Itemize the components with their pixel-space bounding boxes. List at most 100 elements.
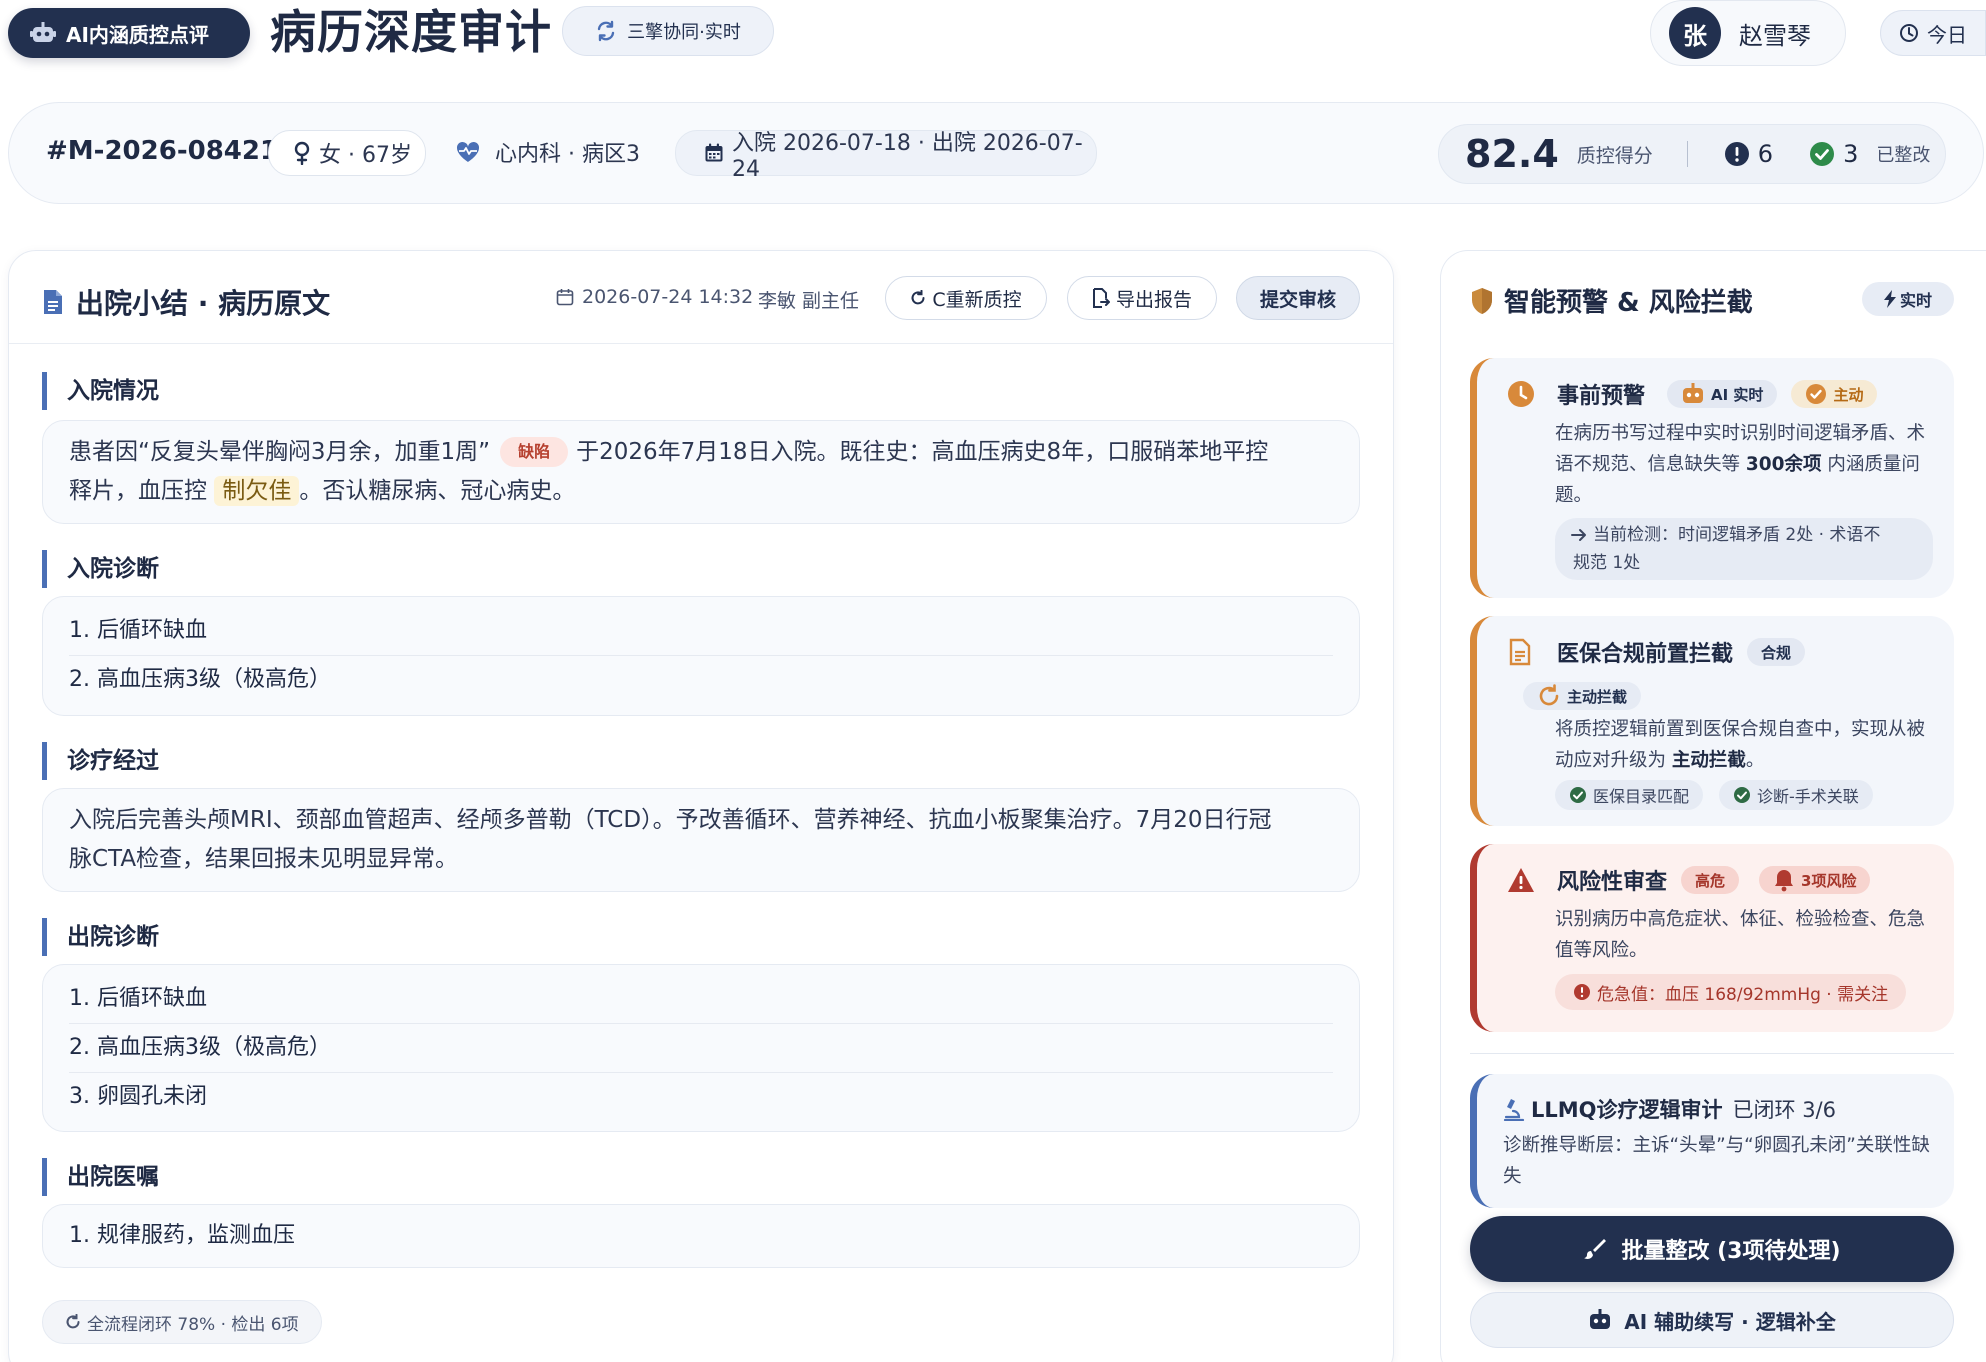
check-circle-icon [1733, 786, 1751, 804]
file-export-icon [1092, 288, 1110, 308]
check-circle-icon [1809, 141, 1835, 167]
re-qc-button[interactable]: C重新质控 [885, 276, 1047, 320]
stay-dates-pill: 入院 2026-07-18 · 出院 2026-07-24 [675, 130, 1097, 182]
batch-fix-button[interactable]: 批量整改 (3项待处理) [1470, 1216, 1954, 1282]
alert-panel-title: 智能预警 & 风险拦截 [1470, 282, 1753, 319]
record-id: #M-2026-08421 [46, 136, 279, 166]
section-heading-treatment: 诊疗经过 [42, 742, 159, 780]
calendar-outline-icon [556, 288, 574, 306]
ai-quality-badge[interactable]: AI内涵质控点评 [8, 8, 250, 58]
refresh-icon [910, 290, 926, 306]
bolt-icon [1883, 290, 1896, 308]
chip-label: 医保目录匹配 [1593, 787, 1690, 806]
exclamation-icon [1724, 141, 1750, 167]
gender-age: 女 · 67岁 [319, 143, 412, 168]
llmq-description: 诊断推导断层：主诉“头晕”与“卵圆孔未闭”关联性缺失 [1503, 1135, 1930, 1187]
user-menu[interactable]: 张 赵雪琴 [1650, 0, 1846, 66]
defect-tag[interactable]: 缺陷 [500, 437, 569, 467]
compliance-text: 。 [1745, 750, 1765, 771]
brush-icon [1583, 1237, 1607, 1261]
compliance-highlight: 主动拦截 [1671, 750, 1746, 771]
sync-status-pill[interactable]: 三擎协同·实时 [562, 6, 774, 56]
compliance-interception-card[interactable]: 医保合规前置拦截 合规 主动拦截 将质控逻辑前置到医保合规自查中，实现从被动应对… [1470, 616, 1954, 826]
critical-value-chip[interactable]: 危急值：血压 168/92mmHg · 需关注 [1555, 974, 1907, 1010]
check-circle-icon [1569, 786, 1587, 804]
treatment-text-line: 入院后完善头颅MRI、颈部血管超声、经颅多普勒（TCD）。予改善循环、营养神经、… [69, 807, 1272, 833]
active-interception-badge: 主动拦截 [1523, 682, 1642, 710]
issue-count-value: 6 [1757, 140, 1774, 168]
risk-review-description: 识别病历中高危症状、体征、检验检查、危急值等风险。 [1555, 909, 1926, 961]
admission-card: 患者因“反复头晕伴胸闷3月余，加重1周” 缺陷 于2026年7月18日入院。既往史：… [42, 420, 1360, 524]
chip-insurance-catalog[interactable]: 医保目录匹配 [1555, 780, 1704, 810]
compliance-chips: 医保目录匹配 诊断-手术关联 [1555, 780, 1873, 810]
admission-text-part: 患者因“反复头晕伴胸闷3月余，加重1周” [69, 439, 491, 465]
active-label: 主动 [1833, 385, 1864, 404]
ai-realtime-label: AI 实时 [1711, 385, 1764, 404]
user-name: 赵雪琴 [1739, 21, 1811, 50]
section-heading-discharge-diagnosis: 出院诊断 [42, 918, 159, 956]
calendar-icon [704, 143, 724, 163]
issue-count[interactable]: 6 [1724, 140, 1773, 168]
realtime-label: 实时 [1899, 291, 1932, 310]
list-item: 1. 后循环缺血 [69, 986, 207, 1011]
robot-icon [1681, 383, 1705, 405]
sync-icon [595, 20, 617, 42]
ai-assist-label: AI 辅助续写 · 逻辑补全 [1624, 1309, 1836, 1334]
document-icon [42, 288, 64, 316]
highlighted-term[interactable]: 制欠佳 [214, 476, 300, 506]
realtime-badge: 实时 [1862, 282, 1954, 316]
llmq-audit-card[interactable]: LLMQ诊疗逻辑审计 已闭环 3/6 诊断推导断层：主诉“头晕”与“卵圆孔未闭”… [1470, 1074, 1954, 1208]
document-title-text: 出院小结 · 病历原文 [76, 287, 331, 320]
workflow-status: 全流程闭环 78% · 检出 6项 [87, 1314, 299, 1335]
ai-realtime-badge: AI 实时 [1667, 380, 1778, 408]
quality-score: 82.4 [1465, 132, 1559, 176]
refresh-icon [1537, 684, 1561, 708]
sync-label: 三擎协同·实时 [627, 22, 741, 43]
today-label: 今日 [1927, 22, 1967, 47]
page-title: 病历深度审计 [270, 5, 552, 59]
ai-badge-label: AI内涵质控点评 [66, 22, 209, 47]
risk-review-header: 风险性审查 高危 3项风险 [1507, 864, 1871, 896]
pre-warning-description: 在病历书写过程中实时识别时间逻辑矛盾、术语不规范、信息缺失等 300余项 内涵质… [1555, 418, 1941, 511]
bell-icon [1773, 868, 1795, 892]
export-report-button[interactable]: 导出报告 [1067, 276, 1217, 320]
fixed-count[interactable]: 3 [1809, 140, 1858, 168]
critical-value-text: 危急值：血压 168/92mmHg · 需关注 [1597, 984, 1889, 1005]
chip-diagnosis-surgery[interactable]: 诊断-手术关联 [1719, 780, 1873, 810]
pre-warning-card[interactable]: 事前预警 AI 实时 主动 在病历书写过程中实时识别时间逻辑矛盾、术语不规范、信… [1470, 358, 1954, 598]
heartbeat-icon [455, 141, 481, 163]
treatment-text-line: 脉CTA检查，结果回报未见明显异常。 [69, 846, 459, 872]
divider [1686, 141, 1688, 167]
compliant-badge: 合规 [1747, 638, 1806, 666]
document-timestamp: 2026-07-24 14:32 [556, 286, 753, 308]
quality-score-summary: 82.4 质控得分 6 3 已整改 [1438, 124, 1946, 184]
fixed-label: 已整改 [1876, 145, 1931, 166]
llmq-title: LLMQ诊疗逻辑审计 [1531, 1098, 1723, 1122]
clock-icon [1899, 23, 1919, 43]
section-heading-admission-diagnosis: 入院诊断 [42, 550, 159, 588]
arrow-right-icon [1571, 528, 1587, 542]
list-item: 1. 规律服药，监测血压 [69, 1223, 295, 1248]
list-item: 1. 后循环缺血 [69, 618, 207, 643]
gender-age-pill: 女 · 67岁 [268, 130, 426, 176]
risk-review-card[interactable]: 风险性审查 高危 3项风险 识别病历中高危症状、体征、检验检查、危急值等风险。 … [1470, 844, 1954, 1032]
today-filter-button[interactable]: 今日 [1880, 10, 1986, 56]
warning-triangle-icon [1507, 867, 1535, 893]
compliance-description: 将质控逻辑前置到医保合规自查中，实现从被动应对升级为 主动拦截。 [1555, 714, 1941, 776]
pre-warning-title: 事前预警 [1557, 384, 1646, 409]
location-pin-icon [293, 141, 311, 165]
chip-label: 诊断-手术关联 [1757, 787, 1859, 806]
exclamation-icon [1573, 983, 1591, 1001]
pre-warning-highlight: 300余项 [1745, 454, 1822, 475]
discharge-diagnosis-card: 1. 后循环缺血 2. 高血压病3级（极高危） 3. 卵圆孔未闭 [42, 964, 1360, 1132]
current-detection-text: 规范 1处 [1573, 553, 1641, 573]
robot-icon [1588, 1309, 1612, 1331]
risk-count-badge: 3项风险 [1759, 866, 1871, 894]
submit-review-button[interactable]: 提交审核 [1236, 276, 1360, 320]
clock-alert-icon [1507, 380, 1535, 408]
re-qc-label: C重新质控 [932, 288, 1022, 311]
list-item: 2. 高血压病3级（极高危） [69, 1035, 331, 1060]
ai-assist-button[interactable]: AI 辅助续写 · 逻辑补全 [1470, 1292, 1954, 1348]
compliance-title: 医保合规前置拦截 [1557, 642, 1734, 667]
section-heading-discharge-orders: 出院医嘱 [42, 1158, 159, 1196]
